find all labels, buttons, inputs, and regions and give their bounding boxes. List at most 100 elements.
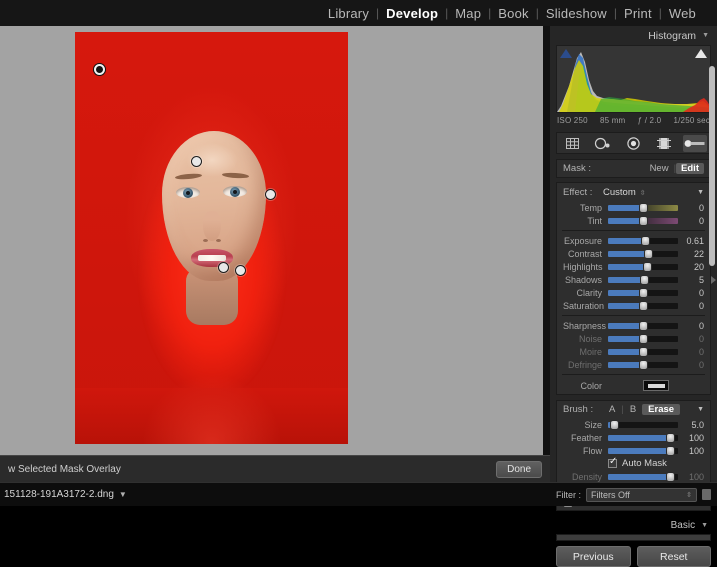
slider-knob[interactable]	[639, 216, 648, 226]
graduated-filter-tool-icon[interactable]	[652, 135, 676, 152]
stepper-icon[interactable]: ⇳	[686, 491, 692, 499]
slider-knob[interactable]	[639, 288, 648, 298]
effect-slider-sharpness-row: Sharpness0	[557, 319, 710, 332]
panel-scrollbar-thumb[interactable]	[709, 66, 715, 266]
slider-knob[interactable]	[639, 301, 648, 311]
slider-knob[interactable]	[666, 472, 675, 482]
photo-with-mask-overlay[interactable]	[75, 32, 348, 444]
crop-overlay-tool-icon[interactable]	[560, 135, 584, 152]
nose-region	[203, 211, 221, 241]
chevron-down-icon[interactable]: ▼	[701, 522, 708, 529]
reset-button[interactable]: Reset	[637, 546, 712, 567]
panel-gap	[543, 26, 550, 455]
slider-label: Noise	[563, 334, 608, 344]
basic-panel-header[interactable]: Basic ▼	[550, 517, 717, 533]
slider-knob[interactable]	[639, 360, 648, 370]
chevron-down-icon[interactable]: ▼	[702, 32, 709, 39]
effect-slider-highlights-row: Highlights20	[557, 260, 710, 273]
previous-button[interactable]: Previous	[556, 546, 631, 567]
slider-knob[interactable]	[639, 334, 648, 344]
slider-knob[interactable]	[641, 236, 650, 246]
slider-value: 20	[678, 262, 704, 272]
slider-knob[interactable]	[666, 446, 675, 456]
slider-label: Clarity	[563, 288, 608, 298]
histogram-header[interactable]: Histogram ▼	[550, 26, 717, 45]
slider-track-defringe[interactable]	[608, 362, 678, 368]
image-canvas[interactable]	[0, 26, 550, 455]
slider-track-temp[interactable]	[608, 205, 678, 211]
slider-track-flow[interactable]	[608, 448, 678, 454]
panel-collapse-arrow-icon[interactable]	[711, 276, 716, 284]
mask-pin[interactable]	[94, 64, 105, 75]
slider-knob[interactable]	[610, 420, 619, 430]
slider-track-highlights[interactable]	[608, 264, 678, 270]
module-link-map[interactable]: Map	[448, 6, 488, 21]
portrait-image	[75, 32, 348, 444]
filter-lock-icon[interactable]	[702, 489, 711, 500]
mask-pin[interactable]	[265, 189, 276, 200]
slider-knob[interactable]	[639, 203, 648, 213]
adjustment-brush-tool-icon[interactable]	[683, 135, 707, 152]
module-link-slideshow[interactable]: Slideshow	[539, 6, 614, 21]
slider-knob[interactable]	[643, 262, 652, 272]
slider-track-exposure[interactable]	[608, 238, 678, 244]
slider-track-noise[interactable]	[608, 336, 678, 342]
slider-value: 0	[678, 301, 704, 311]
auto-mask-row[interactable]: Auto Mask	[557, 457, 710, 470]
slider-knob[interactable]	[644, 249, 653, 259]
auto-mask-checkbox[interactable]	[608, 459, 617, 468]
effect-slider-shadows-row: Shadows5	[557, 273, 710, 286]
slider-track-clarity[interactable]	[608, 290, 678, 296]
effect-value[interactable]: Custom	[603, 187, 636, 198]
slider-knob[interactable]	[666, 433, 675, 443]
slider-track-contrast[interactable]	[608, 251, 678, 257]
filter-value: Filters Off	[591, 490, 630, 500]
slider-track-density[interactable]	[608, 474, 678, 480]
brush-erase-button[interactable]: Erase	[642, 404, 680, 415]
red-eye-tool-icon[interactable]	[621, 135, 645, 152]
chevron-down-icon[interactable]: ▼	[697, 406, 704, 413]
slider-value: 0	[678, 334, 704, 344]
module-link-book[interactable]: Book	[491, 6, 535, 21]
highlight-clipping-icon[interactable]	[695, 49, 707, 58]
color-swatch[interactable]	[643, 380, 669, 391]
slider-track-feather[interactable]	[608, 435, 678, 441]
module-link-print[interactable]: Print	[617, 6, 659, 21]
slider-track-saturation[interactable]	[608, 303, 678, 309]
slider-track-size[interactable]	[608, 422, 678, 428]
chevron-down-icon[interactable]: ▼	[697, 189, 704, 196]
slider-knob[interactable]	[639, 321, 648, 331]
histogram-graph[interactable]	[556, 45, 711, 113]
slider-track-moire[interactable]	[608, 349, 678, 355]
module-link-web[interactable]: Web	[662, 6, 703, 21]
slider-label: Shadows	[563, 275, 608, 285]
filter-select[interactable]: Filters Off ⇳	[586, 488, 697, 502]
slider-value: 100	[678, 433, 704, 443]
filmstrip-filename-bar[interactable]: 151128-191A3172-2.dng ▼	[0, 482, 550, 506]
slider-knob[interactable]	[640, 275, 649, 285]
chevron-down-icon[interactable]: ▼	[119, 490, 127, 499]
shadow-clipping-icon[interactable]	[560, 49, 572, 58]
module-link-library[interactable]: Library	[321, 6, 376, 21]
mask-edit-button[interactable]: Edit	[676, 163, 704, 174]
slider-track-sharpness[interactable]	[608, 323, 678, 329]
slider-label: Temp	[563, 203, 608, 213]
slider-value: 0	[678, 203, 704, 213]
mask-pin[interactable]	[235, 265, 246, 276]
mask-pin[interactable]	[191, 156, 202, 167]
module-link-develop[interactable]: Develop	[379, 6, 445, 21]
stepper-icon[interactable]: ⇳	[640, 189, 646, 197]
mask-pin[interactable]	[218, 262, 229, 273]
brush-a-button[interactable]: A	[603, 404, 621, 415]
slider-track-shadows[interactable]	[608, 277, 678, 283]
panel-scroll-track[interactable]	[556, 534, 711, 541]
brush-label: Brush :	[563, 404, 603, 415]
spot-removal-tool-icon[interactable]	[591, 135, 615, 152]
slider-track-tint[interactable]	[608, 218, 678, 224]
mask-new-button[interactable]: New	[645, 163, 674, 174]
filter-label: Filter :	[556, 490, 581, 500]
brush-b-button[interactable]: B	[624, 404, 642, 415]
slider-label: Contrast	[563, 249, 608, 259]
done-button[interactable]: Done	[496, 461, 542, 478]
slider-knob[interactable]	[639, 347, 648, 357]
